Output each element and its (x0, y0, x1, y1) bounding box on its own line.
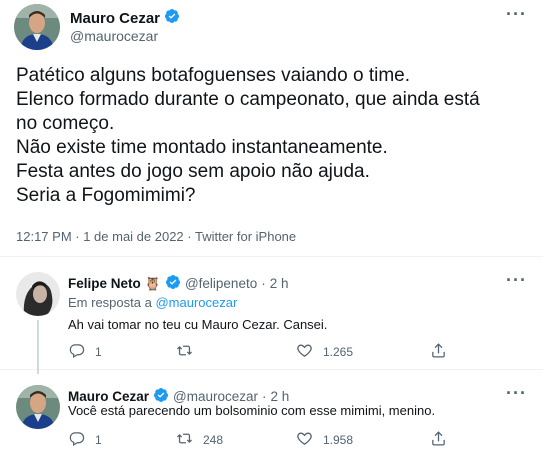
author-name[interactable]: Mauro Cezar (68, 389, 149, 404)
reply-button[interactable]: 1 (68, 430, 102, 450)
share-icon (430, 342, 447, 362)
reply-header: Felipe Neto 🦉 @felipeneto · 2 h (68, 274, 289, 293)
tweet-text-line: Seria a Fogomimimi? (16, 185, 196, 206)
avatar[interactable] (16, 385, 60, 429)
retweet-count: 248 (203, 433, 224, 447)
retweet-icon (176, 430, 193, 450)
tweet-text: Patético alguns botafoguenses vaiando o … (16, 64, 531, 208)
like-count: 1.958 (323, 433, 354, 447)
retweet-icon (176, 342, 193, 362)
tweet-text-line: no começo. (16, 113, 115, 134)
reply-text: Você está parecendo um bolsominio com es… (68, 403, 436, 418)
author-handle[interactable]: @maurocezar (173, 389, 258, 404)
author-handle[interactable]: @maurocezar (70, 28, 158, 44)
tweet-text-line: Festa antes do jogo sem apoio não ajuda. (16, 161, 370, 182)
share-button[interactable] (430, 430, 447, 450)
in-reply-prefix: Em resposta a (68, 295, 152, 310)
more-options-icon[interactable]: ··· (506, 4, 527, 25)
verified-badge-icon (164, 8, 180, 28)
reply-count: 1 (95, 345, 102, 359)
reply-time[interactable]: 2 h (271, 389, 290, 404)
like-button[interactable]: 1.265 (296, 342, 353, 362)
retweet-button[interactable] (176, 342, 203, 362)
share-button[interactable] (430, 342, 447, 362)
tweet-text-line: Patético alguns botafoguenses vaiando o … (16, 65, 410, 86)
tweet-text-line: Elenco formado durante o campeonato, que… (16, 89, 480, 110)
thread-connector (37, 320, 39, 374)
reply-button[interactable]: 1 (68, 342, 102, 362)
in-reply-to: Em resposta a @maurocezar (68, 295, 237, 310)
action-bar: 1 248 1.958 (68, 430, 448, 450)
retweet-button[interactable]: 248 (176, 430, 223, 450)
owl-emoji: 🦉 (144, 275, 161, 291)
main-tweet: Mauro Cezar @maurocezar ··· Patético alg… (0, 0, 543, 257)
like-icon (296, 342, 313, 362)
in-reply-mention[interactable]: @maurocezar (155, 295, 237, 310)
reply-icon (68, 430, 85, 450)
reply-count: 1 (95, 433, 102, 447)
separator-dot: · (262, 389, 267, 404)
tweet-text-line: Não existe time montado instantaneamente… (16, 137, 388, 158)
avatar[interactable] (14, 4, 60, 50)
reply-time[interactable]: 2 h (270, 276, 289, 291)
reply-tweet[interactable]: Felipe Neto 🦉 @felipeneto · 2 h ··· Em r… (0, 258, 543, 374)
author-name[interactable]: Felipe Neto (68, 276, 141, 291)
tweet-timestamp[interactable]: 12:17 PM · 1 de mai de 2022 · Twitter fo… (16, 229, 296, 244)
author-name-row[interactable]: Mauro Cezar (70, 8, 180, 28)
like-icon (296, 430, 313, 450)
reply-tweet[interactable]: Mauro Cezar @maurocezar · 2 h ··· Você e… (0, 371, 543, 464)
separator-dot: · (261, 276, 266, 291)
author-handle[interactable]: @felipeneto (185, 276, 257, 291)
verified-badge-icon (165, 274, 181, 293)
like-button[interactable]: 1.958 (296, 430, 353, 450)
reply-icon (68, 342, 85, 362)
more-options-icon[interactable]: ··· (506, 383, 527, 404)
reply-text: Ah vai tomar no teu cu Mauro Cezar. Cans… (68, 317, 328, 332)
author-name[interactable]: Mauro Cezar (70, 10, 160, 27)
like-count: 1.265 (323, 345, 354, 359)
share-icon (430, 430, 447, 450)
action-bar: 1 1.265 (68, 342, 448, 362)
avatar[interactable] (16, 272, 60, 316)
more-options-icon[interactable]: ··· (506, 270, 527, 291)
